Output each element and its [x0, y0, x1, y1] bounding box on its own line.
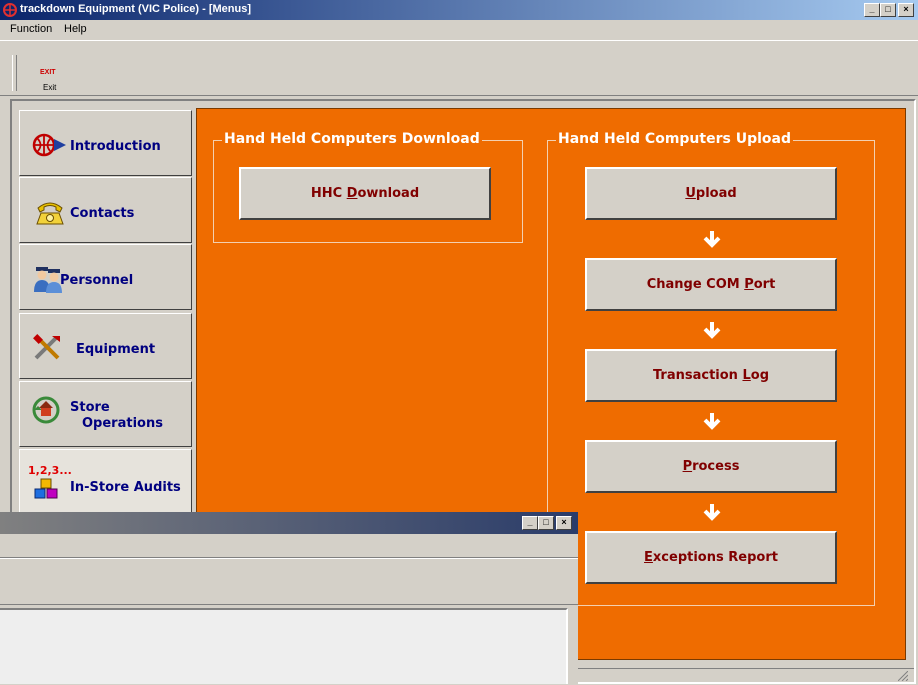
child-divider-2	[0, 604, 578, 605]
toolbar: EXIT Exit	[0, 40, 918, 96]
maximize-button[interactable]: □	[880, 3, 896, 17]
audit-badge: 1,2,3...	[28, 464, 72, 477]
child-minimize-button[interactable]: _	[522, 516, 538, 530]
child-window: _ □ ×	[0, 512, 578, 684]
button-text: xceptions Report	[652, 550, 778, 565]
menu-function[interactable]: Function	[10, 23, 52, 35]
arrow-down-icon	[703, 231, 721, 248]
button-text: rocess	[692, 459, 740, 474]
child-window-controls: _ □ ×	[522, 516, 572, 530]
child-window-title-bar[interactable]: _ □ ×	[0, 512, 578, 534]
button-text: og	[750, 368, 770, 383]
button-hotkey: L	[742, 368, 751, 383]
exceptions-report-button[interactable]: Exceptions Report	[585, 531, 837, 584]
transaction-log-button[interactable]: Transaction Log	[585, 349, 837, 402]
store-icon	[32, 396, 60, 424]
menu-bar: Function Help	[0, 21, 918, 39]
cubes-icon	[34, 478, 58, 499]
toolbar-grip[interactable]	[12, 55, 17, 91]
child-maximize-button[interactable]: □	[538, 516, 554, 530]
sidebar-item-label: Introduction	[70, 139, 161, 154]
exit-icon: EXIT	[40, 69, 56, 76]
exit-label: Exit	[43, 83, 57, 92]
button-hotkey: D	[346, 186, 358, 201]
telephone-icon	[36, 202, 64, 225]
sidebar-item-label: Equipment	[76, 342, 156, 357]
sidebar-item-in-store-audits[interactable]: 1,2,3... In-Store Audits	[19, 449, 192, 515]
sidebar-item-store-operations[interactable]: Store Operations	[19, 381, 192, 447]
arrow-down-icon	[703, 413, 721, 430]
button-text: ort	[753, 277, 776, 292]
button-text: Transaction	[652, 368, 743, 383]
download-group-title: Hand Held Computers Download	[222, 131, 482, 147]
sidebar-item-label-2: Operations	[82, 416, 163, 431]
globe-icon	[32, 133, 66, 157]
upload-group-title: Hand Held Computers Upload	[556, 131, 793, 147]
upload-button[interactable]: Upload	[585, 167, 837, 220]
button-text: ownload	[357, 186, 420, 201]
sidebar-item-label: Contacts	[70, 206, 135, 221]
sidebar-item-label: In-Store Audits	[70, 480, 181, 495]
app-icon	[3, 3, 17, 17]
sidebar-item-label: Store	[70, 400, 110, 415]
sidebar-item-contacts[interactable]: Contacts	[19, 177, 192, 243]
exit-button[interactable]: EXIT Exit	[18, 51, 82, 95]
title-bar[interactable]: trackdown Equipment (VIC Police) - [Menu…	[0, 0, 918, 20]
hhc-download-button[interactable]: HHC Download	[239, 167, 491, 220]
minimize-button[interactable]: _	[864, 3, 880, 17]
tools-icon	[33, 334, 60, 360]
child-divider	[0, 557, 578, 559]
upload-group: Hand Held Computers Upload Upload Change…	[547, 131, 875, 606]
button-text: pload	[695, 186, 737, 201]
menu-help[interactable]: Help	[64, 23, 87, 35]
button-hotkey: P	[744, 277, 754, 292]
window-title: trackdown Equipment (VIC Police) - [Menu…	[20, 3, 252, 15]
status-bar	[578, 668, 914, 685]
button-text: Change COM	[646, 277, 745, 292]
close-button[interactable]: ×	[898, 3, 914, 17]
download-group: Hand Held Computers Download HHC Downloa…	[213, 131, 523, 243]
button-hotkey: E	[644, 550, 653, 565]
button-hotkey: P	[682, 459, 693, 474]
sidebar-item-equipment[interactable]: Equipment	[19, 313, 192, 379]
button-text: HHC	[310, 186, 347, 201]
button-hotkey: U	[685, 186, 696, 201]
arrow-down-icon	[703, 322, 721, 339]
window-controls: _ □ ×	[864, 3, 914, 17]
sidebar-item-label: Personnel	[60, 273, 134, 288]
sidebar-item-personnel[interactable]: Personnel	[19, 244, 192, 310]
arrow-down-icon	[703, 504, 721, 521]
change-com-port-button[interactable]: Change COM Port	[585, 258, 837, 311]
size-grip-icon[interactable]	[898, 671, 908, 681]
child-close-button[interactable]: ×	[556, 516, 572, 530]
process-button[interactable]: Process	[585, 440, 837, 493]
sidebar-item-introduction[interactable]: Introduction	[19, 110, 192, 176]
child-content-area	[0, 608, 568, 684]
